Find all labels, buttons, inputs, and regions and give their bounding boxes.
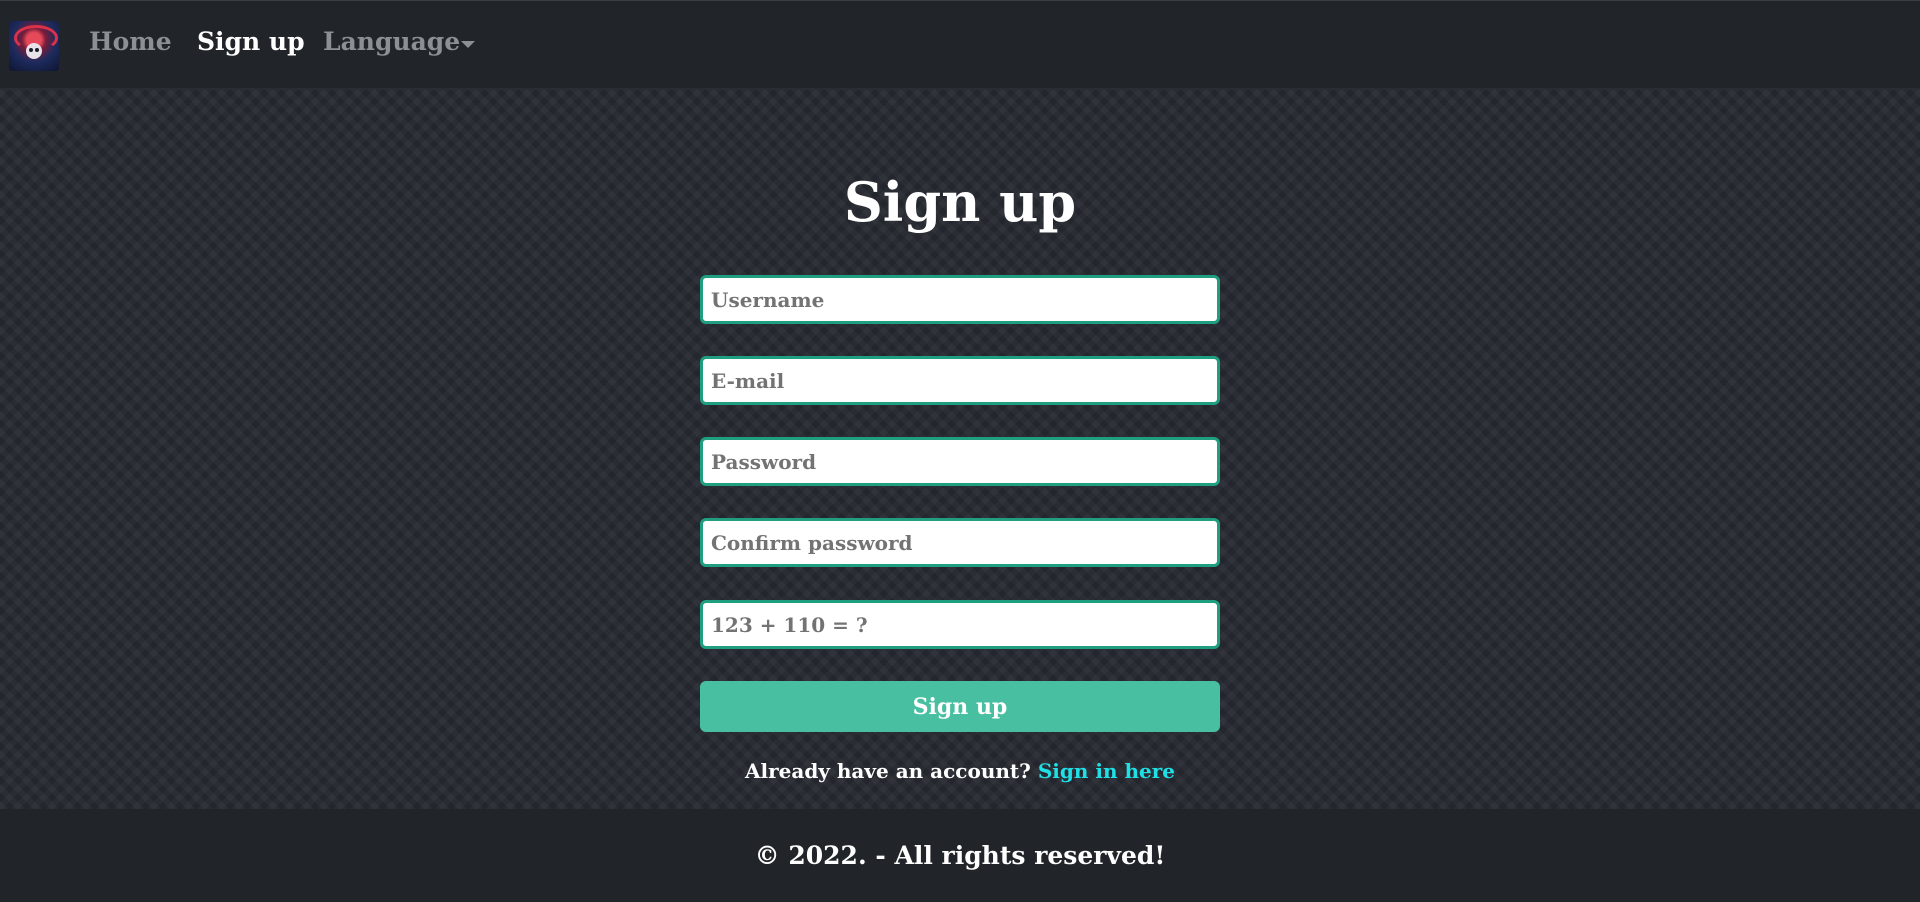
signin-link[interactable]: Sign in here <box>1038 759 1175 783</box>
logo-skull <box>26 43 42 59</box>
caret-down-icon[interactable] <box>461 41 475 48</box>
password-input[interactable] <box>700 437 1220 486</box>
page-title: Sign up <box>843 170 1077 234</box>
email-input[interactable] <box>700 356 1220 405</box>
nav-signup-link[interactable]: Sign up <box>197 27 305 56</box>
main-content: Sign up Sign up Already have an account?… <box>0 88 1920 809</box>
captcha-input[interactable] <box>700 600 1220 649</box>
footer: © 2022. - All rights reserved! <box>0 809 1920 902</box>
navbar: Home Sign up Language <box>0 0 1920 88</box>
footer-copyright: © 2022. - All rights reserved! <box>754 841 1166 870</box>
signup-submit-button[interactable]: Sign up <box>700 681 1220 732</box>
confirm-password-input[interactable] <box>700 518 1220 567</box>
signin-prompt-line: Already have an account? Sign in here <box>0 759 1920 783</box>
signin-prompt-text: Already have an account? <box>744 759 1031 783</box>
username-input[interactable] <box>700 275 1220 324</box>
skull-avatar-icon[interactable] <box>9 21 59 71</box>
nav-language-dropdown[interactable]: Language <box>323 27 460 56</box>
nav-home-link[interactable]: Home <box>89 27 172 56</box>
